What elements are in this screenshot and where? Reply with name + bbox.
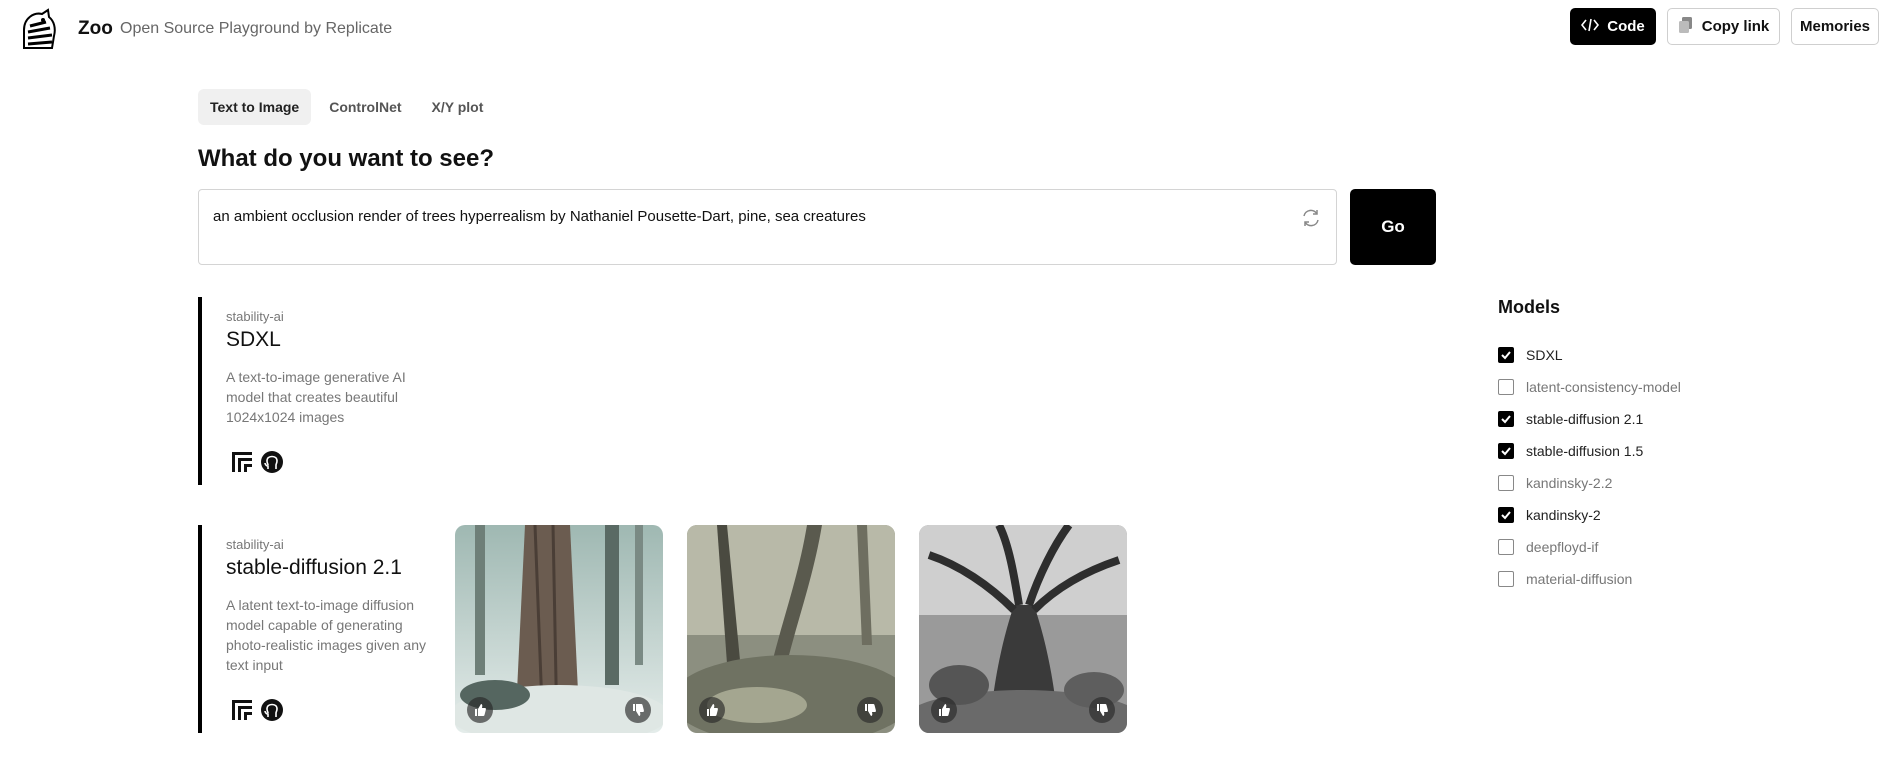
thumbs-up-icon[interactable] <box>467 697 493 723</box>
model-option-stable-diffusion-1-5[interactable]: stable-diffusion 1.5 <box>1498 435 1681 467</box>
model-description: A latent text-to-image diffusion model c… <box>226 597 426 673</box>
model-name: SDXL <box>226 328 281 351</box>
checkbox[interactable] <box>1498 411 1514 427</box>
copy-icon <box>1678 16 1694 38</box>
generated-images <box>455 525 1127 733</box>
refresh-icon[interactable] <box>1300 207 1322 229</box>
model-owner: stability-ai <box>226 309 284 324</box>
model-option-label: deepfloyd-if <box>1526 539 1599 555</box>
model-links <box>230 450 284 479</box>
prompt-text: an ambient occlusion render of trees hyp… <box>213 208 866 225</box>
tab-controlnet[interactable]: ControlNet <box>317 89 413 125</box>
github-icon[interactable] <box>260 698 284 727</box>
tab-text-to-image[interactable]: Text to Image <box>198 89 312 125</box>
generated-image[interactable] <box>687 525 895 733</box>
checkbox[interactable] <box>1498 475 1514 491</box>
copy-link-label: Copy link <box>1701 18 1770 35</box>
replicate-icon[interactable] <box>230 698 254 727</box>
generated-image[interactable] <box>919 525 1127 733</box>
checkbox[interactable] <box>1498 443 1514 459</box>
brand-name: Zoo <box>78 18 113 39</box>
model-option-material-diffusion[interactable]: material-diffusion <box>1498 563 1681 595</box>
replicate-icon[interactable] <box>230 450 254 479</box>
thumbs-down-icon[interactable] <box>1089 697 1115 723</box>
code-button-label: Code <box>1607 18 1645 35</box>
model-option-deepfloyd-if[interactable]: deepfloyd-if <box>1498 531 1681 563</box>
checkbox[interactable] <box>1498 347 1514 363</box>
thumbs-down-icon[interactable] <box>857 697 883 723</box>
model-option-latent-consistency-model[interactable]: latent-consistency-model <box>1498 371 1681 403</box>
mode-tabs: Text to Image ControlNet X/Y plot <box>198 89 495 125</box>
copy-link-button[interactable]: Copy link <box>1667 8 1780 45</box>
model-description: A text-to-image generative AI model that… <box>226 369 406 425</box>
go-button[interactable]: Go <box>1350 189 1436 265</box>
model-option-stable-diffusion-2-1[interactable]: stable-diffusion 2.1 <box>1498 403 1681 435</box>
model-option-label: stable-diffusion 2.1 <box>1526 411 1644 427</box>
model-links <box>230 698 284 727</box>
prompt-heading: What do you want to see? <box>198 145 495 172</box>
code-button[interactable]: Code <box>1570 8 1656 45</box>
memories-button[interactable]: Memories <box>1791 8 1879 45</box>
model-owner: stability-ai <box>226 537 284 552</box>
model-option-label: kandinsky-2 <box>1526 507 1601 523</box>
model-card-stable-diffusion-2-1: stability-ai stable-diffusion 2.1 A late… <box>198 525 436 733</box>
checkbox[interactable] <box>1498 571 1514 587</box>
model-option-kandinsky-2[interactable]: kandinsky-2 <box>1498 499 1681 531</box>
tab-xy-plot[interactable]: X/Y plot <box>420 89 496 125</box>
thumbs-up-icon[interactable] <box>699 697 725 723</box>
models-heading: Models <box>1498 297 1561 317</box>
thumbs-up-icon[interactable] <box>931 697 957 723</box>
zebra-logo-icon[interactable] <box>16 8 60 52</box>
brand-subtitle: Open Source Playground by Replicate <box>120 20 393 37</box>
model-option-sdxl[interactable]: SDXL <box>1498 339 1681 371</box>
model-option-kandinsky-2-2[interactable]: kandinsky-2.2 <box>1498 467 1681 499</box>
generated-image[interactable] <box>455 525 663 733</box>
checkbox[interactable] <box>1498 379 1514 395</box>
model-card-sdxl: stability-ai SDXL A text-to-image genera… <box>198 297 436 485</box>
thumbs-down-icon[interactable] <box>625 697 651 723</box>
prompt-input[interactable]: an ambient occlusion render of trees hyp… <box>198 189 1337 265</box>
model-option-label: material-diffusion <box>1526 571 1633 587</box>
code-icon <box>1581 18 1600 36</box>
models-list: SDXL latent-consistency-model stable-dif… <box>1498 339 1681 595</box>
model-option-label: latent-consistency-model <box>1526 379 1681 395</box>
model-option-label: SDXL <box>1526 347 1563 363</box>
model-option-label: stable-diffusion 1.5 <box>1526 443 1644 459</box>
model-option-label: kandinsky-2.2 <box>1526 475 1613 491</box>
model-name: stable-diffusion 2.1 <box>226 556 402 579</box>
github-icon[interactable] <box>260 450 284 479</box>
memories-label: Memories <box>1799 18 1871 35</box>
checkbox[interactable] <box>1498 539 1514 555</box>
checkbox[interactable] <box>1498 507 1514 523</box>
